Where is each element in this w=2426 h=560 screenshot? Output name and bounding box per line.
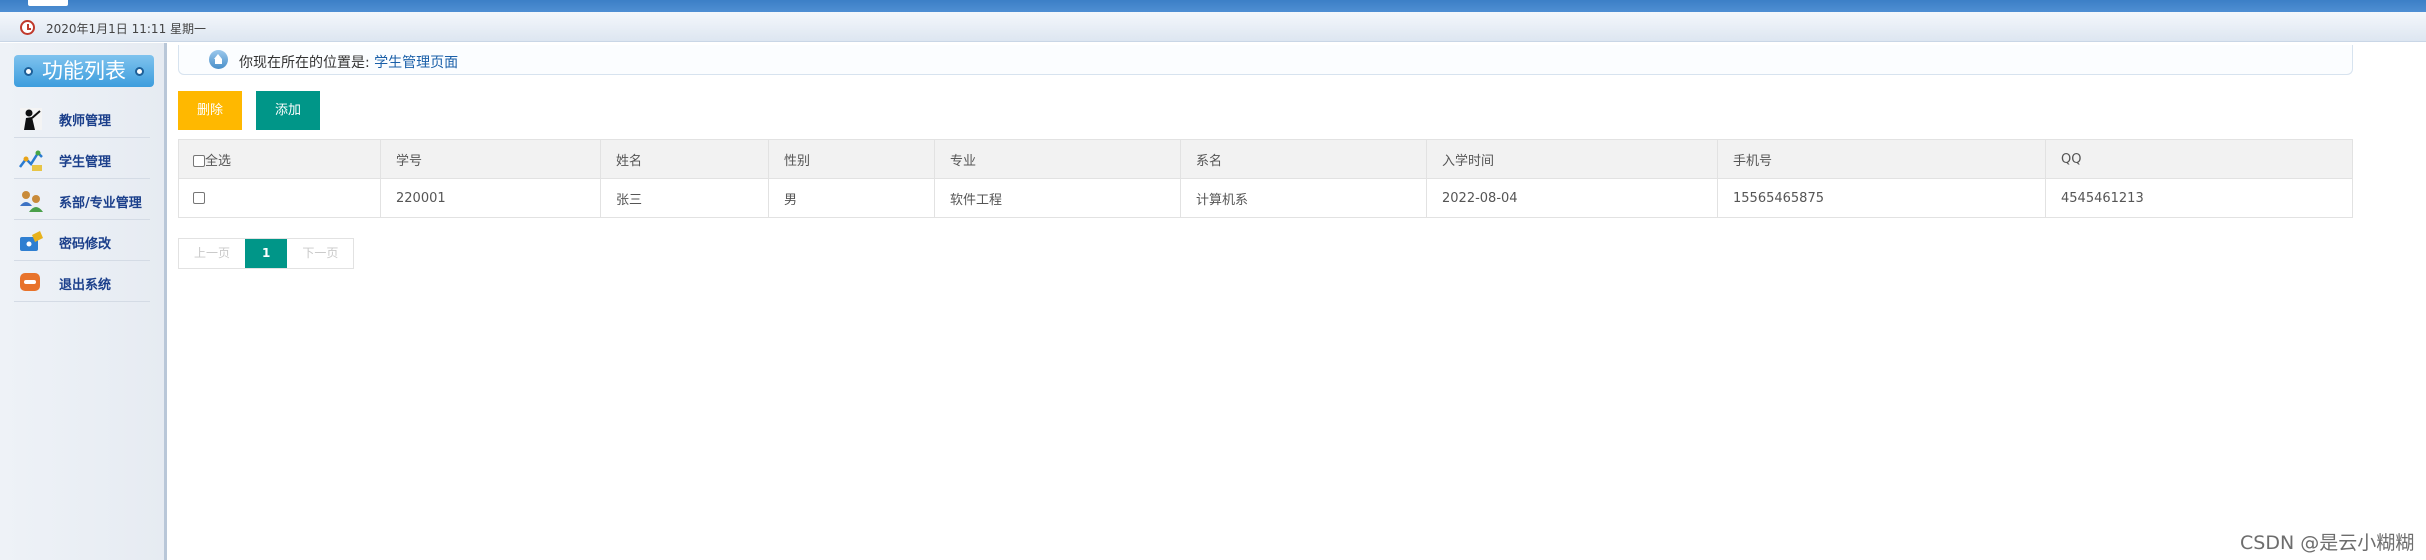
bullet-icon <box>135 67 144 76</box>
table-cell: 计算机系 <box>1180 178 1427 218</box>
student-icon <box>19 150 43 171</box>
add-button[interactable]: 添加 <box>256 91 320 130</box>
watermark: CSDN @是云小糊糊 <box>2240 532 2415 554</box>
table-cell: 男 <box>768 178 935 218</box>
delete-button[interactable]: 删除 <box>178 91 242 130</box>
column-header: 专业 <box>934 139 1181 179</box>
prev-page-button[interactable]: 上一页 <box>179 239 246 268</box>
table-cell: 4545461213 <box>2045 178 2353 218</box>
sidebar-item-label: 密码修改 <box>59 237 112 252</box>
sidebar-item-label: 退出系统 <box>59 278 112 293</box>
column-header: 手机号 <box>1717 139 2046 179</box>
table-row[interactable]: 220001 张三 男 软件工程 计算机系 2022-08-04 1556546… <box>178 178 2353 218</box>
menu-header: 功能列表 <box>14 55 154 87</box>
sidebar-item-department[interactable]: 系部/专业管理 <box>14 179 150 220</box>
next-page-button[interactable]: 下一页 <box>287 239 354 268</box>
table-cell: 2022-08-04 <box>1426 178 1718 218</box>
clock-icon <box>20 20 35 35</box>
top-banner <box>0 0 2426 12</box>
sidebar-item-label: 学生管理 <box>59 155 112 170</box>
teacher-icon <box>20 108 42 130</box>
sidebar: 功能列表 教师管理 学生管理 系部/专业管理 密码修改 退出系统 <box>0 43 167 560</box>
logout-icon <box>20 273 40 291</box>
menu-title: 功能列表 <box>42 59 126 83</box>
select-all-header[interactable]: 全选 <box>178 139 381 179</box>
password-icon <box>20 231 43 251</box>
breadcrumb-prefix: 你现在所在的位置是: <box>239 55 375 71</box>
logo <box>28 0 68 6</box>
select-all-label: 全选 <box>205 153 232 169</box>
sidebar-item-logout[interactable]: 退出系统 <box>14 261 150 302</box>
column-header: QQ <box>2045 139 2353 179</box>
breadcrumb: 你现在所在的位置是: 学生管理页面 <box>178 45 2353 75</box>
bullet-icon <box>24 67 33 76</box>
column-header: 系名 <box>1180 139 1427 179</box>
table-cell: 张三 <box>600 178 769 218</box>
sidebar-menu: 教师管理 学生管理 系部/专业管理 密码修改 退出系统 <box>14 97 150 302</box>
table-cell: 15565465875 <box>1717 178 2046 218</box>
breadcrumb-current[interactable]: 学生管理页面 <box>374 55 458 71</box>
sidebar-item-label: 系部/专业管理 <box>59 196 142 211</box>
sidebar-item-password[interactable]: 密码修改 <box>14 220 150 261</box>
page-number-current[interactable]: 1 <box>245 239 288 268</box>
breadcrumb-text: 你现在所在的位置是: 学生管理页面 <box>239 52 458 72</box>
sidebar-item-student[interactable]: 学生管理 <box>14 138 150 179</box>
department-icon <box>20 191 43 212</box>
column-header: 性别 <box>768 139 935 179</box>
pagination: 上一页 1 下一页 <box>178 238 355 269</box>
column-header: 学号 <box>380 139 601 179</box>
student-table: 全选 学号 姓名 性别 专业 系名 入学时间 手机号 QQ 220001 张三 … <box>178 139 2353 218</box>
sidebar-item-label: 教师管理 <box>59 114 112 129</box>
table-header-row: 全选 学号 姓名 性别 专业 系名 入学时间 手机号 QQ <box>178 139 2353 179</box>
column-header: 入学时间 <box>1426 139 1718 179</box>
table-cell: 220001 <box>380 178 601 218</box>
table-cell: 软件工程 <box>934 178 1181 218</box>
row-select-cell[interactable] <box>178 178 381 218</box>
select-all-checkbox[interactable] <box>193 154 205 167</box>
home-icon <box>209 50 228 69</box>
current-date: 2020年1月1日 11:11 星期一 <box>46 22 207 36</box>
row-checkbox[interactable] <box>193 191 205 204</box>
date-bar: 2020年1月1日 11:11 星期一 <box>0 12 2426 42</box>
column-header: 姓名 <box>600 139 769 179</box>
sidebar-item-teacher[interactable]: 教师管理 <box>14 97 150 138</box>
